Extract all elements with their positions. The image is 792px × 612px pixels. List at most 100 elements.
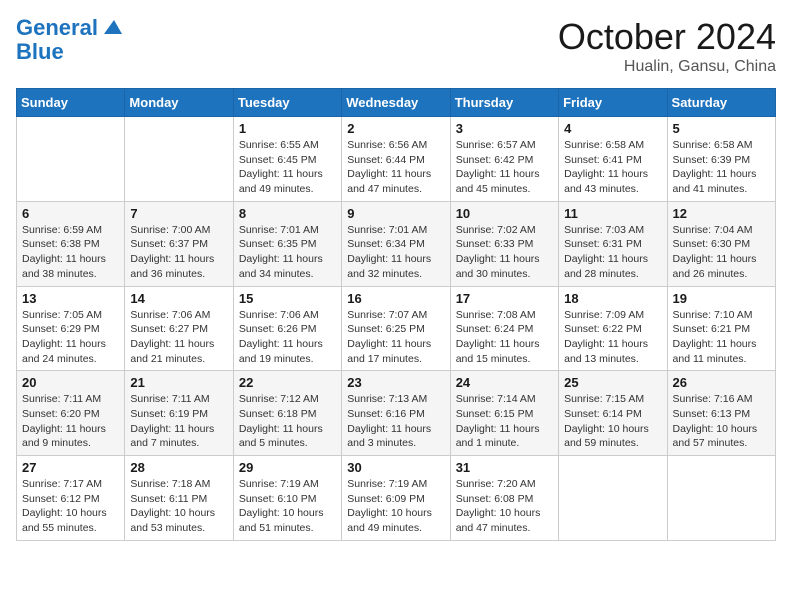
- logo-text-line2: Blue: [16, 40, 122, 64]
- day-number: 18: [564, 291, 661, 306]
- table-row: [667, 456, 775, 541]
- day-info: Sunrise: 7:06 AMSunset: 6:27 PMDaylight:…: [130, 308, 227, 367]
- day-info: Sunrise: 7:02 AMSunset: 6:33 PMDaylight:…: [456, 223, 553, 282]
- calendar-week-row: 1Sunrise: 6:55 AMSunset: 6:45 PMDaylight…: [17, 117, 776, 202]
- calendar-week-row: 6 Sunrise: 6:59 AMSunset: 6:38 PMDaylight…: [17, 201, 776, 286]
- col-saturday: Saturday: [667, 89, 775, 117]
- table-row: 22Sunrise: 7:12 AMSunset: 6:18 PMDayligh…: [233, 371, 341, 456]
- table-row: 19 Sunrise: 7:10 AMSunset: 6:21 PMDayligh…: [667, 286, 775, 371]
- table-row: 29Sunrise: 7:19 AMSunset: 6:10 PMDayligh…: [233, 456, 341, 541]
- table-row: 6 Sunrise: 6:59 AMSunset: 6:38 PMDaylight…: [17, 201, 125, 286]
- day-number: 2: [347, 121, 444, 136]
- day-number: 19: [673, 291, 770, 306]
- day-number: 4: [564, 121, 661, 136]
- table-row: 5Sunrise: 6:58 AMSunset: 6:39 PMDaylight…: [667, 117, 775, 202]
- day-info: Sunrise: 7:11 AMSunset: 6:20 PMDaylight:…: [22, 392, 119, 451]
- day-info: Sunrise: 7:05 AMSunset: 6:29 PMDaylight:…: [22, 308, 119, 367]
- table-row: 27 Sunrise: 7:17 AMSunset: 6:12 PMDayligh…: [17, 456, 125, 541]
- table-row: [125, 117, 233, 202]
- day-number: 13: [22, 291, 119, 306]
- calendar-week-row: 27 Sunrise: 7:17 AMSunset: 6:12 PMDayligh…: [17, 456, 776, 541]
- day-info: Sunrise: 7:12 AMSunset: 6:18 PMDaylight:…: [239, 392, 336, 451]
- table-row: 21Sunrise: 7:11 AMSunset: 6:19 PMDayligh…: [125, 371, 233, 456]
- day-number: 20: [22, 375, 119, 390]
- day-info: Sunrise: 7:04 AMSunset: 6:30 PMDaylight:…: [673, 223, 770, 282]
- day-number: 5: [673, 121, 770, 136]
- table-row: 13 Sunrise: 7:05 AMSunset: 6:29 PMDayligh…: [17, 286, 125, 371]
- table-row: 23 Sunrise: 7:13 AMSunset: 6:16 PMDayligh…: [342, 371, 450, 456]
- table-row: 18 Sunrise: 7:09 AMSunset: 6:22 PMDayligh…: [559, 286, 667, 371]
- table-row: 10 Sunrise: 7:02 AMSunset: 6:33 PMDayligh…: [450, 201, 558, 286]
- day-number: 31: [456, 460, 553, 475]
- table-row: [17, 117, 125, 202]
- day-number: 15: [239, 291, 336, 306]
- table-row: 20 Sunrise: 7:11 AMSunset: 6:20 PMDayligh…: [17, 371, 125, 456]
- day-info: Sunrise: 7:10 AMSunset: 6:21 PMDaylight:…: [673, 308, 770, 367]
- day-number: 8: [239, 206, 336, 221]
- day-info: Sunrise: 7:11 AMSunset: 6:19 PMDaylight:…: [130, 392, 227, 451]
- col-wednesday: Wednesday: [342, 89, 450, 117]
- day-number: 9: [347, 206, 444, 221]
- day-number: 12: [673, 206, 770, 221]
- day-info: Sunrise: 6:55 AMSunset: 6:45 PMDaylight:…: [239, 138, 336, 197]
- day-info: Sunrise: 7:19 AMSunset: 6:09 PMDaylight:…: [347, 477, 444, 536]
- table-row: 16Sunrise: 7:07 AMSunset: 6:25 PMDayligh…: [342, 286, 450, 371]
- day-info: Sunrise: 7:18 AMSunset: 6:11 PMDaylight:…: [130, 477, 227, 536]
- day-info: Sunrise: 7:19 AMSunset: 6:10 PMDaylight:…: [239, 477, 336, 536]
- day-number: 23: [347, 375, 444, 390]
- day-info: Sunrise: 7:13 AMSunset: 6:16 PMDaylight:…: [347, 392, 444, 451]
- day-info: Sunrise: 6:58 AMSunset: 6:41 PMDaylight:…: [564, 138, 661, 197]
- col-tuesday: Tuesday: [233, 89, 341, 117]
- day-info: Sunrise: 7:03 AMSunset: 6:31 PMDaylight:…: [564, 223, 661, 282]
- calendar-week-row: 13 Sunrise: 7:05 AMSunset: 6:29 PMDayligh…: [17, 286, 776, 371]
- day-number: 6: [22, 206, 119, 221]
- title-block: October 2024 Hualin, Gansu, China: [558, 16, 776, 76]
- table-row: 8Sunrise: 7:01 AMSunset: 6:35 PMDaylight…: [233, 201, 341, 286]
- table-row: 12 Sunrise: 7:04 AMSunset: 6:30 PMDayligh…: [667, 201, 775, 286]
- day-info: Sunrise: 7:17 AMSunset: 6:12 PMDaylight:…: [22, 477, 119, 536]
- day-number: 7: [130, 206, 227, 221]
- table-row: 31 Sunrise: 7:20 AMSunset: 6:08 PMDayligh…: [450, 456, 558, 541]
- calendar-week-row: 20 Sunrise: 7:11 AMSunset: 6:20 PMDayligh…: [17, 371, 776, 456]
- location-subtitle: Hualin, Gansu, China: [558, 58, 776, 76]
- day-info: Sunrise: 7:06 AMSunset: 6:26 PMDaylight:…: [239, 308, 336, 367]
- day-info: Sunrise: 7:14 AMSunset: 6:15 PMDaylight:…: [456, 392, 553, 451]
- logo-text-line1: General: [16, 16, 98, 40]
- day-info: Sunrise: 7:09 AMSunset: 6:22 PMDaylight:…: [564, 308, 661, 367]
- day-number: 11: [564, 206, 661, 221]
- table-row: 1Sunrise: 6:55 AMSunset: 6:45 PMDaylight…: [233, 117, 341, 202]
- col-thursday: Thursday: [450, 89, 558, 117]
- table-row: 11 Sunrise: 7:03 AMSunset: 6:31 PMDayligh…: [559, 201, 667, 286]
- day-number: 27: [22, 460, 119, 475]
- table-row: 14 Sunrise: 7:06 AMSunset: 6:27 PMDayligh…: [125, 286, 233, 371]
- day-info: Sunrise: 7:16 AMSunset: 6:13 PMDaylight:…: [673, 392, 770, 451]
- col-sunday: Sunday: [17, 89, 125, 117]
- logo: General Blue: [16, 16, 122, 64]
- col-friday: Friday: [559, 89, 667, 117]
- table-row: 9 Sunrise: 7:01 AMSunset: 6:34 PMDaylight…: [342, 201, 450, 286]
- day-number: 10: [456, 206, 553, 221]
- day-number: 24: [456, 375, 553, 390]
- day-number: 17: [456, 291, 553, 306]
- table-row: 4 Sunrise: 6:58 AMSunset: 6:41 PMDaylight…: [559, 117, 667, 202]
- day-info: Sunrise: 7:07 AMSunset: 6:25 PMDaylight:…: [347, 308, 444, 367]
- table-row: 28 Sunrise: 7:18 AMSunset: 6:11 PMDayligh…: [125, 456, 233, 541]
- table-row: 2 Sunrise: 6:56 AMSunset: 6:44 PMDaylight…: [342, 117, 450, 202]
- day-info: Sunrise: 7:01 AMSunset: 6:34 PMDaylight:…: [347, 223, 444, 282]
- day-info: Sunrise: 6:56 AMSunset: 6:44 PMDaylight:…: [347, 138, 444, 197]
- table-row: 17Sunrise: 7:08 AMSunset: 6:24 PMDayligh…: [450, 286, 558, 371]
- day-info: Sunrise: 6:59 AMSunset: 6:38 PMDaylight:…: [22, 223, 119, 282]
- day-info: Sunrise: 7:15 AMSunset: 6:14 PMDaylight:…: [564, 392, 661, 451]
- table-row: 3Sunrise: 6:57 AMSunset: 6:42 PMDaylight…: [450, 117, 558, 202]
- table-row: 7Sunrise: 7:00 AMSunset: 6:37 PMDaylight…: [125, 201, 233, 286]
- page-header: General Blue October 2024 Hualin, Gansu,…: [16, 16, 776, 76]
- calendar-table: Sunday Monday Tuesday Wednesday Thursday…: [16, 88, 776, 541]
- calendar-header-row: Sunday Monday Tuesday Wednesday Thursday…: [17, 89, 776, 117]
- table-row: 26 Sunrise: 7:16 AMSunset: 6:13 PMDayligh…: [667, 371, 775, 456]
- logo-icon: [100, 16, 122, 38]
- day-info: Sunrise: 6:57 AMSunset: 6:42 PMDaylight:…: [456, 138, 553, 197]
- day-number: 26: [673, 375, 770, 390]
- day-info: Sunrise: 7:20 AMSunset: 6:08 PMDaylight:…: [456, 477, 553, 536]
- day-number: 28: [130, 460, 227, 475]
- day-number: 14: [130, 291, 227, 306]
